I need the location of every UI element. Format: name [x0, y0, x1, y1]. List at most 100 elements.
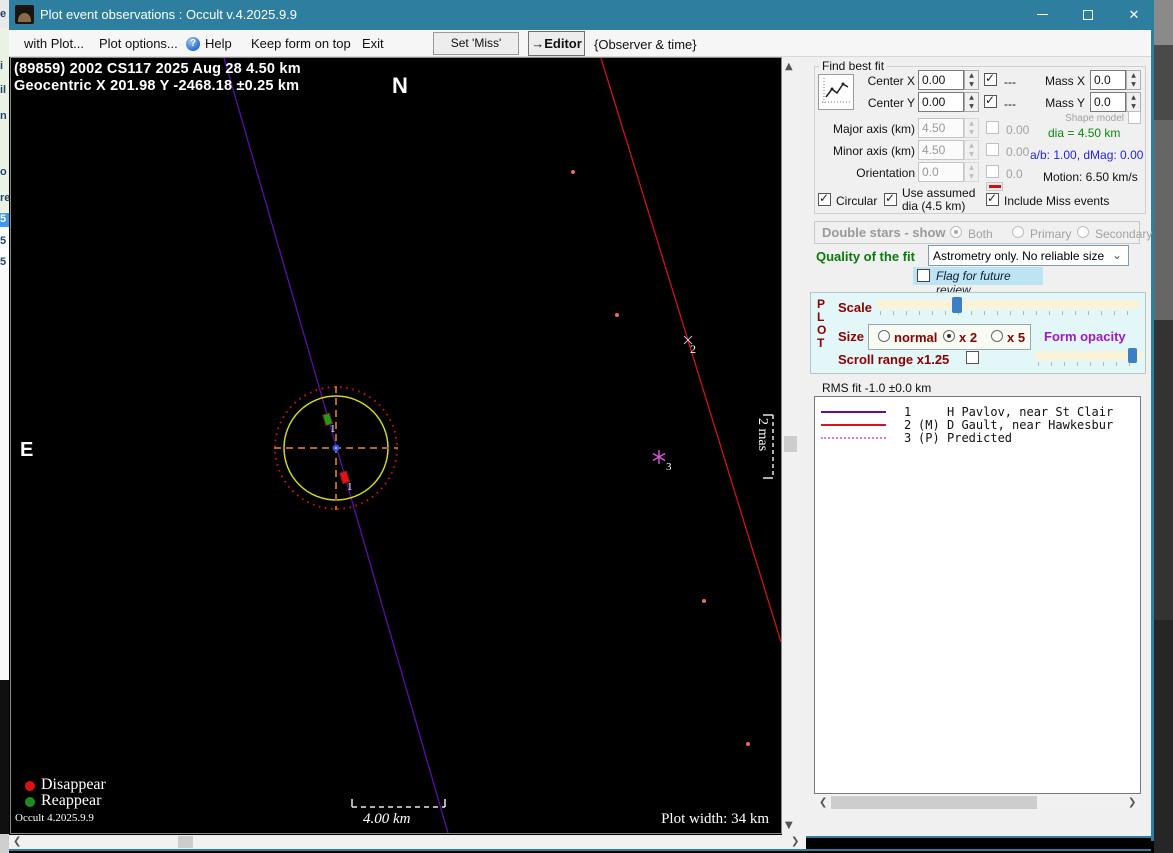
best-fit-chart-icon-button[interactable]: [818, 74, 854, 110]
include-miss-checkbox[interactable]: [986, 191, 999, 206]
observer-name: H Pavlov, near St Clair: [947, 405, 1114, 419]
center-y-spinner[interactable]: ▲ ▼: [964, 92, 979, 112]
hscroll-thumb[interactable]: [178, 836, 193, 848]
scale-slider-ticks: [880, 311, 1138, 315]
motion-label: Motion: 6.50 km/s: [1043, 170, 1138, 184]
chart-icon: [822, 78, 850, 104]
menu-keep-on-top[interactable]: Keep form on top: [251, 36, 351, 51]
opacity-slider-thumb[interactable]: [1128, 348, 1137, 363]
obs-hscroll-thumb[interactable]: [831, 796, 1037, 809]
mass-y-input[interactable]: 0.0: [1090, 92, 1126, 112]
mass-y-label: Mass Y: [1045, 96, 1085, 110]
size-x5-radio[interactable]: [991, 330, 1003, 342]
size-normal-label: normal: [894, 330, 938, 345]
center-x-checkbox[interactable]: [984, 71, 997, 86]
plot-width-label: Plot width: 34 km: [661, 811, 769, 827]
background-text-fragment: 5: [0, 213, 9, 227]
star-label: 3: [666, 461, 672, 473]
mass-y-spinner[interactable]: ▲ ▼: [1126, 92, 1141, 112]
background-text-fragment: 5: [0, 256, 7, 268]
panel-bottom-border: [806, 836, 1151, 838]
menu-help[interactable]: Help: [205, 36, 232, 51]
include-miss-label: Include Miss events: [1004, 194, 1110, 208]
center-x-input[interactable]: 0.00: [918, 70, 964, 90]
field-star: [746, 742, 750, 746]
form-opacity-link[interactable]: Form opacity: [1044, 329, 1126, 344]
size-x5-label: x 5: [1007, 330, 1026, 345]
size-x2-radio[interactable]: [943, 330, 955, 342]
observer-row[interactable]: 1 H Pavlov, near St Clair: [815, 405, 1140, 419]
opacity-slider-ticks: [1038, 362, 1140, 366]
scroll-range-checkbox[interactable]: [966, 351, 979, 364]
shape-model-checkbox[interactable]: [1128, 111, 1141, 124]
use-assumed-label: Use assumed dia (4.5 km): [902, 186, 976, 213]
scale-label: Scale: [838, 300, 872, 315]
chord1-line-sample: [821, 411, 886, 413]
minor-axis-checkbox: [986, 143, 999, 156]
menu-exit[interactable]: Exit: [362, 36, 384, 51]
shape-model-label: Shape model: [1065, 113, 1124, 124]
plot-hscrollbar[interactable]: ❮ ❯: [9, 835, 806, 849]
primary-label: Primary: [1030, 227, 1072, 241]
close-button[interactable]: ✕: [1112, 0, 1156, 30]
plot-letter-t: T: [817, 336, 825, 350]
scroll-left-icon[interactable]: ❮: [819, 796, 827, 810]
observer-row[interactable]: 2 (M) D Gault, near Hawkesbur: [815, 418, 1140, 432]
double-stars-legend: Double stars - show: [822, 225, 946, 240]
mass-x-spinner[interactable]: ▲ ▼: [1126, 70, 1141, 90]
center-x-spinner[interactable]: ▲ ▼: [964, 70, 979, 90]
minor-axis-input: 4.50: [918, 140, 964, 160]
circular-label: Circular: [836, 194, 878, 208]
quality-combobox[interactable]: Astrometry only. No reliable size ⌄: [928, 245, 1129, 266]
chord2-label: 2: [690, 342, 696, 356]
primary-radio: [1012, 226, 1024, 238]
scroll-right-icon[interactable]: ❯: [791, 835, 799, 849]
flag-review-checkbox[interactable]: [917, 269, 930, 282]
event-label: 1: [347, 481, 353, 493]
find-best-fit-legend: Find best fit: [819, 59, 888, 73]
ab-dmag-label: a/b: 1.00, dMag: 0.00: [1030, 148, 1144, 162]
scale-slider-thumb[interactable]: [952, 297, 962, 313]
scroll-down-icon[interactable]: ▼: [785, 819, 793, 833]
set-miss-times-button[interactable]: Set 'Miss' Times: [433, 32, 519, 71]
observer-row[interactable]: 3 (P) Predicted: [815, 431, 1140, 445]
maximize-button[interactable]: [1066, 0, 1110, 30]
reappear-label: Reappear: [41, 792, 102, 809]
quality-label: Quality of the fit: [816, 249, 915, 264]
scroll-up-icon[interactable]: ▲: [785, 60, 793, 74]
center-y-checkbox[interactable]: [984, 93, 997, 108]
observer-num: 1: [904, 405, 912, 419]
background-text-fragment: o: [0, 166, 7, 178]
screen: e i il n o re 5 5 5 Plot event observations : Oc…: [0, 0, 1173, 853]
desktop-strip: [1154, 0, 1173, 853]
window-bottom-border: [9, 849, 1151, 851]
minor-axis-spinner: ▲ ▼: [964, 140, 979, 160]
scroll-left-icon[interactable]: ❮: [13, 835, 21, 849]
plot-canvas[interactable]: 2 1 1 3 (89859) 2002 CS117 2025 Aug 28 4.50…: [11, 58, 781, 833]
size-normal-radio[interactable]: [878, 330, 890, 342]
vscroll-thumb[interactable]: [784, 436, 797, 452]
scroll-right-icon[interactable]: ❯: [1128, 796, 1136, 810]
minimize-button[interactable]: [1020, 0, 1064, 30]
scale-bar-label: 4.00 km: [363, 811, 411, 827]
north-label: N: [392, 73, 408, 98]
observer-listbox[interactable]: 1 H Pavlov, near St Clair 2 (M) D Gault,…: [814, 396, 1141, 794]
editor-button[interactable]: →Editor: [528, 31, 585, 56]
plot-vscrollbar[interactable]: ▲ ▼: [782, 57, 799, 835]
opacity-slider-track[interactable]: [1035, 351, 1143, 360]
mass-x-input[interactable]: 0.0: [1090, 70, 1126, 90]
orientation-spinner: ▲ ▼: [964, 162, 979, 182]
menu-plot-options[interactable]: Plot options...: [99, 36, 178, 51]
scale-slider-track[interactable]: [876, 300, 1140, 309]
plot-letter-p: P: [817, 297, 826, 311]
observer-hscrollbar[interactable]: ❮ ❯: [815, 795, 1140, 810]
event-label: 1: [330, 423, 336, 435]
menu-with-plot[interactable]: with Plot...: [24, 36, 84, 51]
use-assumed-checkbox[interactable]: [884, 191, 897, 206]
circular-checkbox[interactable]: [818, 191, 831, 206]
mass-x-label: Mass X: [1044, 74, 1085, 88]
major-axis-checkbox: [986, 121, 999, 134]
observer-name: Predicted: [947, 431, 1013, 445]
help-icon[interactable]: ?: [186, 37, 200, 51]
center-y-input[interactable]: 0.00: [918, 92, 964, 112]
